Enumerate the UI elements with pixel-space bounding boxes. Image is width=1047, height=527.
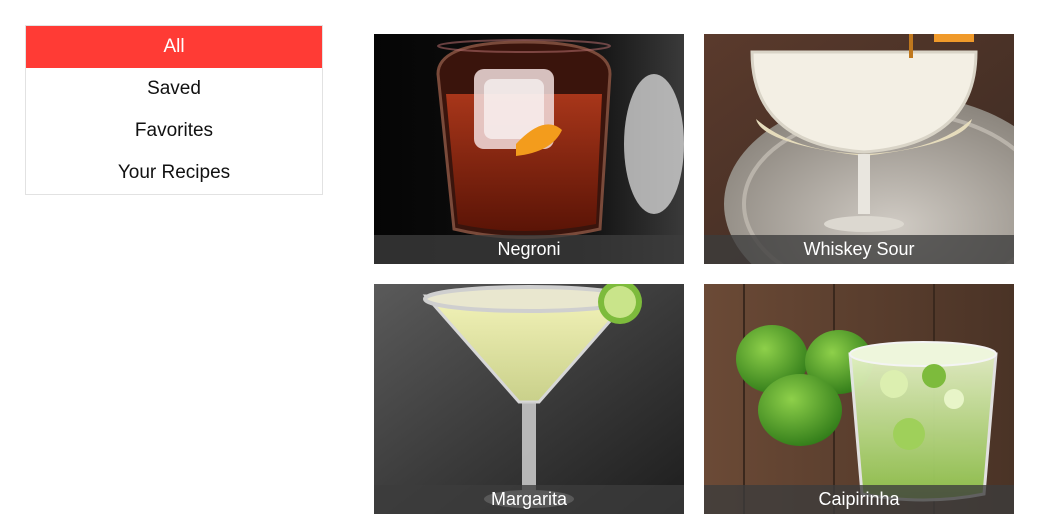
recipe-title: Margarita <box>374 485 684 514</box>
recipe-title: Negroni <box>374 235 684 264</box>
negroni-image <box>374 34 684 264</box>
menu-item-saved[interactable]: Saved <box>26 68 322 110</box>
recipes-page: All Saved Favorites Your Recipes Negroni… <box>0 0 1047 527</box>
category-menu: All Saved Favorites Your Recipes <box>25 25 323 195</box>
recipe-card-whiskey-sour[interactable]: Whiskey Sour <box>704 34 1014 264</box>
menu-item-favorites[interactable]: Favorites <box>26 110 322 152</box>
recipe-title: Caipirinha <box>704 485 1014 514</box>
recipe-title: Whiskey Sour <box>704 235 1014 264</box>
recipe-card-negroni[interactable]: Negroni <box>374 34 684 264</box>
whiskey-sour-image <box>704 34 1014 264</box>
menu-item-all[interactable]: All <box>26 26 322 68</box>
recipe-card-caipirinha[interactable]: Caipirinha <box>704 284 1014 514</box>
margarita-image <box>374 284 684 514</box>
recipe-card-margarita[interactable]: Margarita <box>374 284 684 514</box>
menu-item-your-recipes[interactable]: Your Recipes <box>26 152 322 194</box>
caipirinha-image <box>704 284 1014 514</box>
